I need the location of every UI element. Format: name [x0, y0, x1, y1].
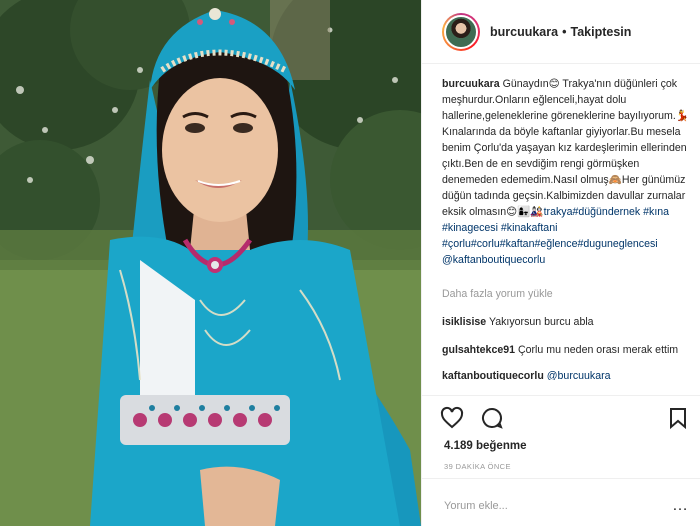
post-photo[interactable] [0, 0, 421, 526]
caption-hashtag[interactable]: @kaftanboutiquecorlu [442, 254, 545, 266]
likes-count[interactable]: 4.189 beğenme [444, 440, 526, 452]
post-caption: burcuukara Günaydın😊 Trakya'nın düğünler… [442, 76, 694, 268]
comment-username[interactable]: kaftanboutiquecorlu [442, 370, 544, 380]
bookmark-icon[interactable] [666, 406, 690, 430]
comments-section: burcuukara Günaydın😊 Trakya'nın düğünler… [442, 76, 694, 380]
header-separator: • [562, 24, 567, 39]
caption-hashtag[interactable]: #düğündernek [572, 206, 640, 218]
comment-icon[interactable] [480, 406, 504, 430]
caption-username[interactable]: burcuukara [442, 78, 500, 90]
post-header: burcuukara • Takiptesin [422, 0, 700, 64]
more-options-icon[interactable]: … [672, 497, 689, 515]
comment-username[interactable]: gulsahtekce91 [442, 344, 515, 356]
avatar [444, 14, 478, 49]
caption-text: Günaydın😊 Trakya'nın düğünleri çok meşhu… [442, 78, 689, 218]
caption-hashtag[interactable]: #kaftan [500, 238, 535, 250]
post-photo-illustration [0, 0, 421, 526]
comment-item: kaftanboutiquecorlu @burcuukara [442, 368, 694, 380]
caption-hashtag[interactable]: #eğlence [534, 238, 577, 250]
load-more-comments-link[interactable]: Daha fazla yorum yükle [442, 286, 694, 302]
caption-hashtag[interactable]: trakya [544, 206, 573, 218]
header-username[interactable]: burcuukara [490, 25, 558, 39]
add-comment-bar: … [422, 478, 700, 526]
comment-mention[interactable]: @burcuukara [547, 370, 611, 380]
heart-icon[interactable] [440, 406, 464, 430]
divider [422, 395, 700, 396]
add-comment-input[interactable] [444, 500, 644, 512]
caption-hashtag[interactable]: #corlu [471, 238, 500, 250]
comment-text: Yakıyorsun burcu abla [488, 316, 594, 328]
comment-text: Çorlu mu neden orası merak ettim [517, 344, 679, 356]
caption-hashtag[interactable]: #kinakaftani [498, 222, 558, 234]
comment-username[interactable]: isiklisise [442, 316, 486, 328]
follow-status[interactable]: Takiptesin [570, 25, 631, 39]
profile-avatar[interactable] [442, 12, 480, 51]
comment-item: gulsahtekce91 Çorlu mu neden orası merak… [442, 342, 694, 358]
caption-hashtag[interactable]: #kinagecesi [442, 222, 498, 234]
caption-hashtag[interactable]: #kına [640, 206, 669, 218]
action-bar [440, 406, 690, 432]
caption-hashtag[interactable]: #duguneglencesi [578, 238, 658, 250]
post-timestamp[interactable]: 39 DAKİKA ÖNCE [444, 462, 511, 471]
post-side-panel: burcuukara • Takiptesin burcuukara Günay… [421, 0, 700, 526]
caption-hashtag[interactable]: #çorlu [442, 238, 471, 250]
comment-item: isiklisise Yakıyorsun burcu abla [442, 314, 694, 330]
